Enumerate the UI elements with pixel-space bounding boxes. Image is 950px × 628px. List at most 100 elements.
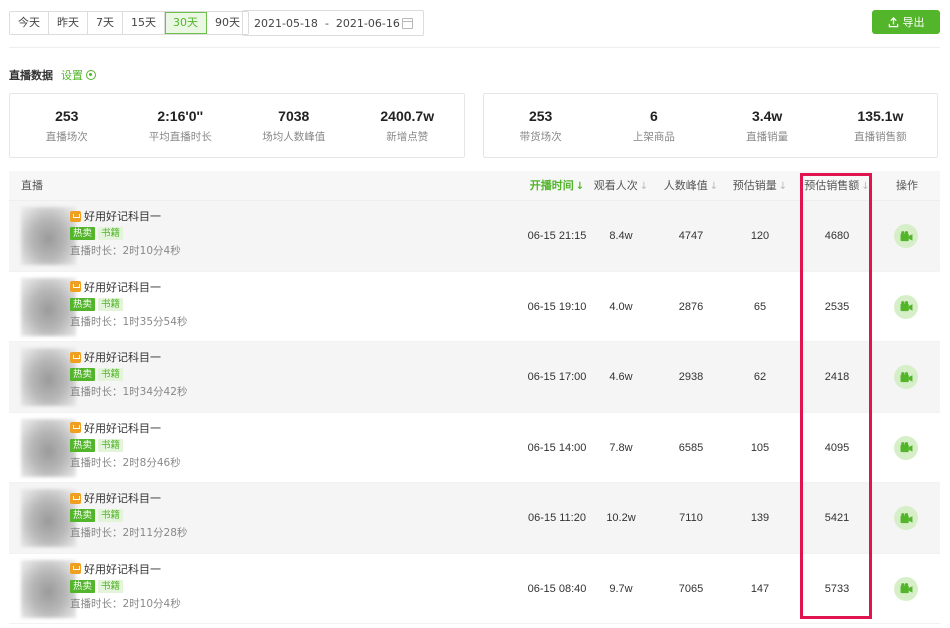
settings-link[interactable]: 设置 bbox=[61, 67, 96, 83]
live-info: 好用好记科目一 热卖 书籍 直播时长：2时11分28秒 bbox=[70, 490, 187, 540]
header-start-time[interactable]: 开播时间 ↓ bbox=[517, 171, 597, 201]
export-button[interactable]: 导出 bbox=[872, 10, 940, 34]
hot-tag: 热卖 bbox=[70, 297, 96, 311]
range-30d-button[interactable]: 30天 bbox=[165, 12, 207, 34]
live-info: 好用好记科目一 热卖 书籍 直播时长：1时35分54秒 bbox=[70, 279, 187, 329]
start-time-cell: 06-15 17:00 bbox=[527, 371, 587, 383]
cart-icon bbox=[70, 492, 81, 504]
title-line: 好用好记科目一 bbox=[70, 420, 181, 436]
stat-value: 3.4w bbox=[751, 108, 783, 124]
sales-cell: 105 bbox=[750, 441, 770, 454]
range-15d-button[interactable]: 15天 bbox=[123, 12, 165, 34]
section-title: 直播数据 bbox=[9, 69, 53, 82]
title-line: 好用好记科目一 bbox=[70, 561, 181, 577]
live-stats-panel: 253 直播场次 2:16'0'' 平均直播时长 7038 场均人数峰值 240… bbox=[9, 93, 465, 158]
revenue-cell: 5421 bbox=[824, 512, 850, 524]
live-title[interactable]: 好用好记科目一 bbox=[84, 561, 161, 577]
video-camera-icon bbox=[900, 512, 912, 523]
header-revenue[interactable]: 预估销售额 ↓ bbox=[802, 171, 872, 201]
stat-label: 场均人数峰值 bbox=[262, 131, 326, 143]
stat-value: 135.1w bbox=[857, 108, 904, 124]
category-tag: 书籍 bbox=[98, 227, 124, 240]
header-peak[interactable]: 人数峰值 ↓ bbox=[659, 171, 723, 201]
revenue-cell: 4095 bbox=[824, 441, 850, 454]
stat-value: 2:16'0'' bbox=[157, 108, 204, 124]
stat-item: 2:16'0'' 平均直播时长 bbox=[124, 94, 238, 157]
date-separator: - bbox=[324, 16, 329, 30]
table-row[interactable]: 好用好记科目一 热卖 书籍 直播时长：1时35分54秒 06-15 19:10 … bbox=[9, 272, 940, 342]
live-title[interactable]: 好用好记科目一 bbox=[84, 208, 161, 224]
replay-button[interactable] bbox=[894, 294, 918, 319]
replay-button[interactable] bbox=[894, 435, 918, 460]
sales-cell: 147 bbox=[750, 582, 770, 595]
live-title[interactable]: 好用好记科目一 bbox=[84, 279, 161, 295]
stat-item: 6 上架商品 bbox=[597, 94, 710, 157]
live-thumbnail[interactable] bbox=[21, 418, 76, 477]
table-row[interactable]: 好用好记科目一 热卖 书籍 直播时长：2时10分4秒 06-15 21:15 8… bbox=[9, 201, 940, 272]
date-range-picker[interactable]: 2021-05-18 - 2021-06-16 bbox=[242, 10, 424, 36]
table-row[interactable]: 好用好记科目一 热卖 书籍 直播时长：2时11分28秒 06-15 11:20 … bbox=[9, 483, 940, 554]
date-range-tabs: 今天 昨天 7天 15天 30天 90天 bbox=[9, 11, 249, 35]
live-thumbnail[interactable] bbox=[21, 489, 76, 547]
table-row[interactable]: 好用好记科目一 热卖 书籍 直播时长：1时34分42秒 06-15 17:00 … bbox=[9, 342, 940, 413]
views-cell: 4.0w bbox=[609, 300, 633, 313]
revenue-cell: 2418 bbox=[824, 371, 850, 383]
sort-arrow-icon: ↓ bbox=[575, 181, 585, 192]
stat-label: 新增点赞 bbox=[386, 131, 429, 143]
replay-button[interactable] bbox=[894, 506, 918, 530]
hot-tag: 热卖 bbox=[70, 368, 96, 381]
stat-value: 253 bbox=[528, 108, 553, 124]
range-yesterday-button[interactable]: 昨天 bbox=[49, 12, 88, 34]
tags: 热卖 书籍 bbox=[70, 368, 187, 381]
replay-button[interactable] bbox=[894, 224, 918, 248]
table-header: 直播 开播时间 ↓ 观看人次 ↓ 人数峰值 ↓ 预估销量 ↓ 预估销售额 ↓ 操作 bbox=[9, 171, 940, 201]
range-today-button[interactable]: 今天 bbox=[10, 12, 49, 34]
live-title[interactable]: 好用好记科目一 bbox=[84, 420, 161, 436]
live-thumbnail[interactable] bbox=[21, 559, 76, 618]
peak-cell: 4747 bbox=[678, 230, 704, 242]
cart-icon bbox=[70, 210, 81, 222]
header-views[interactable]: 观看人次 ↓ bbox=[591, 171, 651, 201]
sales-stats-panel: 253 带货场次 6 上架商品 3.4w 直播销量 135.1w 直播销售额 bbox=[483, 93, 938, 158]
views-cell: 10.2w bbox=[606, 512, 636, 524]
views-cell: 4.6w bbox=[609, 371, 633, 383]
cart-icon bbox=[70, 351, 81, 363]
sort-arrow-icon: ↓ bbox=[639, 181, 649, 192]
start-time-cell: 06-15 19:10 bbox=[527, 300, 587, 313]
date-start: 2021-05-18 bbox=[254, 16, 318, 30]
live-thumbnail[interactable] bbox=[21, 207, 76, 265]
live-duration: 直播时长：1时34分42秒 bbox=[70, 386, 188, 398]
video-camera-icon bbox=[900, 442, 912, 453]
peak-cell: 2938 bbox=[678, 371, 704, 383]
live-title[interactable]: 好用好记科目一 bbox=[84, 490, 161, 506]
header-live: 直播 bbox=[21, 179, 43, 192]
stat-label: 平均直播时长 bbox=[148, 131, 212, 143]
live-duration: 直播时长：2时10分4秒 bbox=[70, 597, 181, 610]
video-camera-icon bbox=[900, 583, 912, 594]
header-views-label: 观看人次 bbox=[593, 179, 638, 192]
export-label: 导出 bbox=[902, 16, 925, 29]
stat-item: 2400.7w 新增点赞 bbox=[351, 94, 465, 157]
replay-button[interactable] bbox=[894, 365, 918, 389]
range-7d-button[interactable]: 7天 bbox=[88, 12, 123, 34]
video-camera-icon bbox=[900, 301, 912, 312]
live-thumbnail[interactable] bbox=[21, 277, 76, 336]
calendar-icon bbox=[402, 18, 413, 29]
live-duration: 直播时长：1时35分54秒 bbox=[70, 315, 188, 328]
divider bbox=[9, 47, 940, 48]
category-tag: 书籍 bbox=[98, 438, 124, 452]
stat-item: 253 带货场次 bbox=[484, 94, 597, 157]
live-title[interactable]: 好用好记科目一 bbox=[84, 349, 161, 365]
header-sales[interactable]: 预估销量 ↓ bbox=[727, 171, 793, 201]
hot-tag: 热卖 bbox=[70, 509, 96, 522]
stat-label: 直播销量 bbox=[746, 131, 789, 143]
revenue-cell: 2535 bbox=[824, 300, 850, 313]
replay-button[interactable] bbox=[894, 576, 918, 601]
section-header: 直播数据 设置 bbox=[9, 67, 96, 83]
live-thumbnail[interactable] bbox=[21, 348, 76, 406]
table-row[interactable]: 好用好记科目一 热卖 书籍 直播时长：2时10分4秒 06-15 08:40 9… bbox=[9, 554, 940, 624]
peak-cell: 7065 bbox=[678, 582, 704, 595]
header-action: 操作 bbox=[896, 179, 918, 192]
revenue-cell: 5733 bbox=[824, 582, 850, 595]
table-row[interactable]: 好用好记科目一 热卖 书籍 直播时长：2时8分46秒 06-15 14:00 7… bbox=[9, 413, 940, 483]
